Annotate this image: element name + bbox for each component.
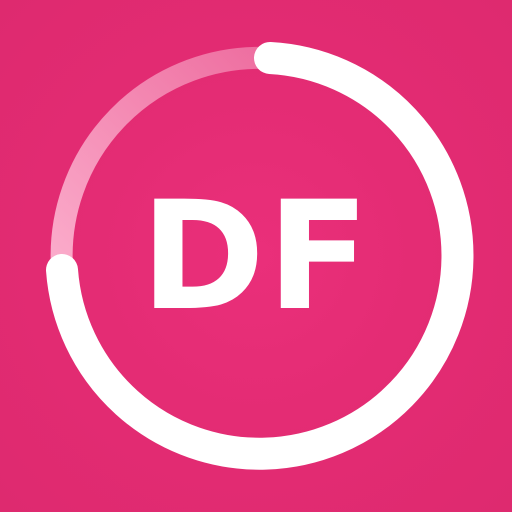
app-monogram: DF [140,170,372,344]
app-icon: DF [0,0,512,512]
